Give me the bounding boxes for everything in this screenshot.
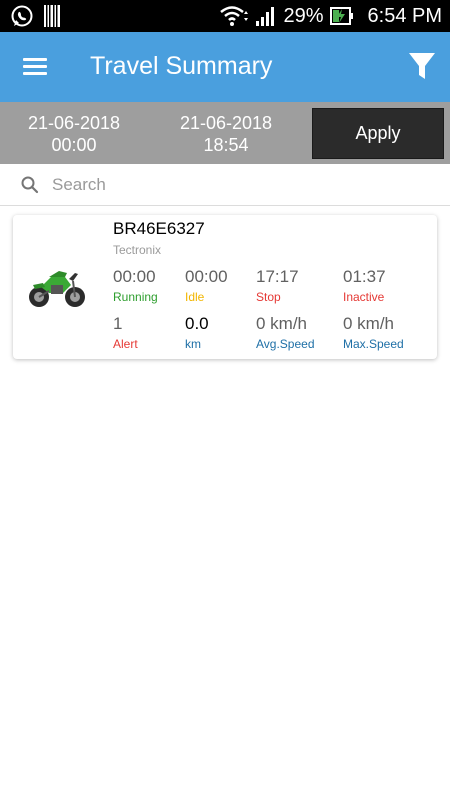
avg-speed-label: Avg.Speed	[256, 337, 315, 351]
clock: 6:54 PM	[367, 4, 442, 27]
page-title: Travel Summary	[90, 52, 273, 80]
from-datetime-picker[interactable]: 21-06-2018 00:00	[4, 112, 144, 156]
battery-percent: 29%	[283, 4, 324, 27]
avg-speed-value: 0 km/h	[256, 314, 308, 333]
status-bar-right: 29% 6:54 PM	[219, 0, 442, 32]
status-bar: 29% 6:54 PM	[0, 0, 450, 32]
to-time: 18:54	[203, 135, 249, 155]
stop-value: 17:17	[256, 267, 299, 286]
to-date: 21-06-2018	[179, 113, 273, 133]
search-input[interactable]	[52, 172, 432, 198]
stop-label: Stop	[256, 290, 281, 304]
filter-funnel-icon[interactable]	[408, 50, 436, 82]
stat-avg-speed: 0 km/h Avg.Speed	[256, 314, 346, 352]
from-date: 21-06-2018	[27, 113, 121, 133]
inactive-value: 01:37	[343, 267, 386, 286]
hamburger-menu-icon[interactable]	[18, 52, 52, 82]
search-bar	[0, 164, 450, 206]
vehicle-number: BR46E6327	[113, 219, 205, 238]
vehicle-company: Tectronix	[113, 243, 162, 257]
screen: 29% 6:54 PM Travel Summary 21-06-2018 00…	[0, 0, 450, 800]
date-range-bar: 21-06-2018 00:00 21-06-2018 18:54 Apply	[0, 102, 450, 164]
apply-button[interactable]: Apply	[312, 108, 444, 159]
status-bar-left	[10, 4, 60, 28]
from-time: 00:00	[51, 135, 97, 155]
whatsapp-icon	[11, 5, 33, 27]
motorcycle-icon	[29, 271, 85, 307]
app-bar: Travel Summary	[0, 32, 450, 102]
to-datetime-picker[interactable]: 21-06-2018 18:54	[156, 112, 296, 156]
battery-charging-icon	[329, 7, 353, 25]
max-speed-label: Max.Speed	[343, 337, 404, 351]
barcode-icon	[44, 5, 60, 27]
vehicle-card[interactable]: BR46E6327 Tectronix 00:00 Running 00:00 …	[13, 215, 437, 359]
stat-stop: 17:17 Stop	[256, 267, 346, 305]
max-speed-value: 0 km/h	[343, 314, 395, 333]
search-icon	[21, 176, 39, 194]
inactive-label: Inactive	[343, 290, 385, 304]
stat-inactive: 01:37 Inactive	[343, 267, 433, 305]
signal-icon	[256, 7, 275, 26]
wifi-icon	[220, 6, 249, 26]
stat-max-speed: 0 km/h Max.Speed	[343, 314, 433, 352]
